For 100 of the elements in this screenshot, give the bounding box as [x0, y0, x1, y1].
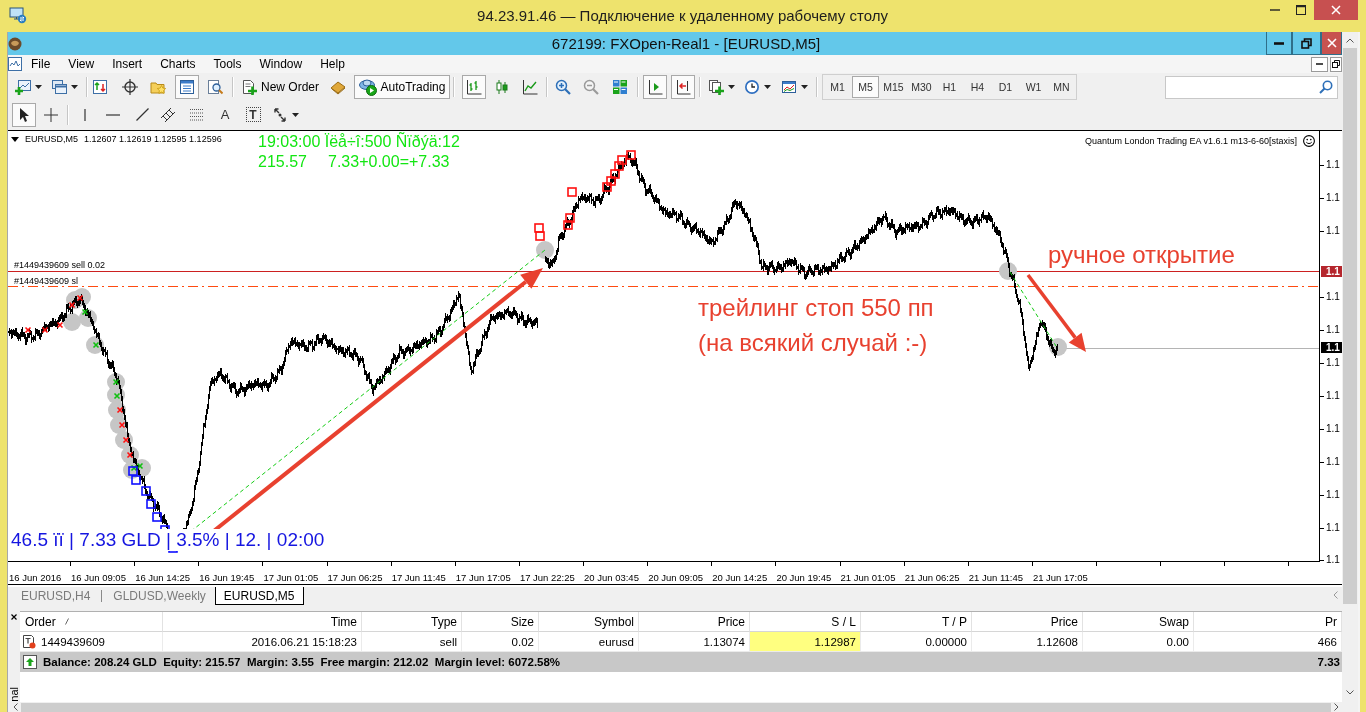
chart-plus-icon	[14, 79, 31, 95]
menu-item[interactable]: Charts	[151, 56, 205, 72]
caret-icon	[800, 85, 808, 89]
diamond-icon	[330, 79, 346, 95]
drawing-tool-button[interactable]: T	[241, 102, 265, 127]
hat-play-icon	[358, 78, 377, 96]
document-plus-icon	[241, 79, 257, 95]
menu-item[interactable]: Window	[250, 56, 312, 72]
annotation-text: ручное открытие	[1048, 241, 1235, 269]
time-label: 20 Jun 14:25	[712, 572, 768, 583]
toolbar-button[interactable]	[175, 75, 199, 99]
chart-tab[interactable]: GLDUSD,Weekly	[104, 587, 215, 605]
time-label: 17 Jun 11:45	[391, 572, 446, 583]
price-label: 1.1	[1320, 522, 1340, 534]
price-label: 1.1	[1320, 324, 1340, 336]
time-label: 16 Jun 14:25	[135, 572, 191, 583]
menu-item[interactable]: View	[59, 56, 104, 72]
close-icon	[1326, 38, 1337, 48]
chart-window-icon	[780, 79, 797, 95]
price-label: 1.1	[1320, 554, 1340, 566]
timeframe-button[interactable]: M5	[852, 76, 879, 98]
chart-type-button[interactable]	[462, 75, 486, 99]
timeframe-button[interactable]: M30	[908, 76, 935, 98]
menu-item[interactable]: Tools	[204, 56, 251, 72]
timeframe-button[interactable]: W1	[1020, 76, 1047, 98]
table-cell: sell	[362, 632, 462, 652]
table-cell: 466	[1194, 632, 1342, 652]
table-cell: 1.13074	[639, 632, 750, 652]
symbol-label: EURUSD,M5	[25, 134, 78, 145]
tiles-icon	[612, 79, 628, 95]
pages-plus-icon	[707, 79, 724, 95]
document-magnifier-icon	[207, 79, 223, 95]
order-number: 1449439609	[41, 635, 105, 648]
diagonal-line-icon	[135, 108, 149, 121]
order-line-label: #1449439609 sl	[14, 276, 79, 287]
close-button[interactable]	[1321, 32, 1342, 55]
scrollbar-thumb[interactable]	[1343, 48, 1357, 604]
search-field[interactable]	[1165, 75, 1338, 99]
table-cell: 0.00	[1083, 632, 1194, 652]
timeframe-button[interactable]: M15	[880, 76, 907, 98]
clock-icon	[743, 79, 760, 95]
price-label: 1.1	[1320, 357, 1340, 369]
menu-item[interactable]: Insert	[103, 56, 152, 72]
price-label: 1.1	[1320, 192, 1340, 204]
crosshair-icon	[43, 106, 59, 123]
vertical-line-icon	[84, 108, 86, 121]
timeframe-button[interactable]: M1	[824, 76, 851, 98]
expert-label: Quantum London Trading EA v1.6.1 m13-6-60[staxis]	[1084, 135, 1297, 147]
menu-item[interactable]: Help	[311, 56, 354, 72]
scroll-down-icon[interactable]	[1346, 689, 1354, 695]
crosshair-circle-icon	[122, 79, 138, 95]
close-icon	[1331, 5, 1341, 15]
caret-icon	[34, 85, 42, 89]
timeframe-button[interactable]: H4	[964, 76, 991, 98]
timeframe-button[interactable]: H1	[936, 76, 963, 98]
new-order-button[interactable]: New Order	[239, 75, 321, 99]
dotted-lines-icon	[190, 108, 204, 121]
price-label: 1.1	[1320, 423, 1340, 435]
table-cell: 0.02	[462, 632, 539, 652]
window-title: 94.23.91.46 — Подключение к удаленному рабочему столу	[476, 6, 889, 25]
toolbar-button[interactable]	[643, 75, 667, 99]
price-label: 1.1	[1320, 159, 1340, 171]
minimize-button[interactable]	[1311, 56, 1328, 72]
scrollbar-thumb[interactable]	[21, 702, 1331, 712]
minimize-button[interactable]	[1266, 32, 1292, 55]
restore-button[interactable]	[1292, 32, 1321, 55]
timeframe-button[interactable]: MN	[1048, 76, 1075, 98]
scroll-up-icon[interactable]	[1346, 37, 1354, 43]
price-label: 1.1	[1320, 390, 1340, 402]
time-label: 17 Jun 01:05	[263, 572, 319, 583]
folder-star-icon	[150, 79, 166, 95]
toolbar-button[interactable]	[671, 75, 695, 99]
drawing-tool-button[interactable]	[12, 102, 36, 127]
chart-tab[interactable]: EURUSD,H4	[12, 587, 100, 605]
timeframe-button[interactable]: D1	[992, 76, 1019, 98]
scroll-left-icon[interactable]	[13, 703, 18, 711]
axis-arrow-icon	[675, 79, 691, 95]
caret-icon	[727, 85, 735, 89]
info-text: 7.33+0.00=+7.33	[328, 152, 450, 171]
drawing-tool-button[interactable]: A	[213, 102, 237, 127]
autotrading-button[interactable]: AutoTrading	[354, 75, 450, 99]
restore-button[interactable]	[1330, 56, 1342, 72]
close-icon[interactable]	[11, 614, 17, 620]
horizontal-line-icon	[106, 113, 120, 116]
chart-tab[interactable]: EURUSD,M5	[214, 587, 304, 605]
stats-text: 46.5 ïï | 7.33 GLD | 3.5% | 12. | 02:00	[11, 529, 325, 551]
panel-label: nal	[8, 687, 20, 702]
list-window-icon	[179, 79, 195, 95]
restore-icon	[1301, 37, 1312, 49]
minimize-icon	[1270, 9, 1280, 11]
zoom-in-icon	[555, 79, 571, 95]
scroll-right-icon[interactable]	[1334, 703, 1339, 711]
price-marker: 1.1	[1321, 342, 1342, 353]
search-icon	[1319, 80, 1333, 94]
menu-item[interactable]: File	[22, 56, 60, 72]
time-label: 21 Jun 17:05	[1032, 572, 1088, 583]
line-chart-icon	[522, 79, 538, 95]
price-label: 1.1	[1320, 456, 1340, 468]
triangle-icon	[11, 137, 19, 142]
time-label: 21 Jun 06:25	[904, 572, 960, 583]
